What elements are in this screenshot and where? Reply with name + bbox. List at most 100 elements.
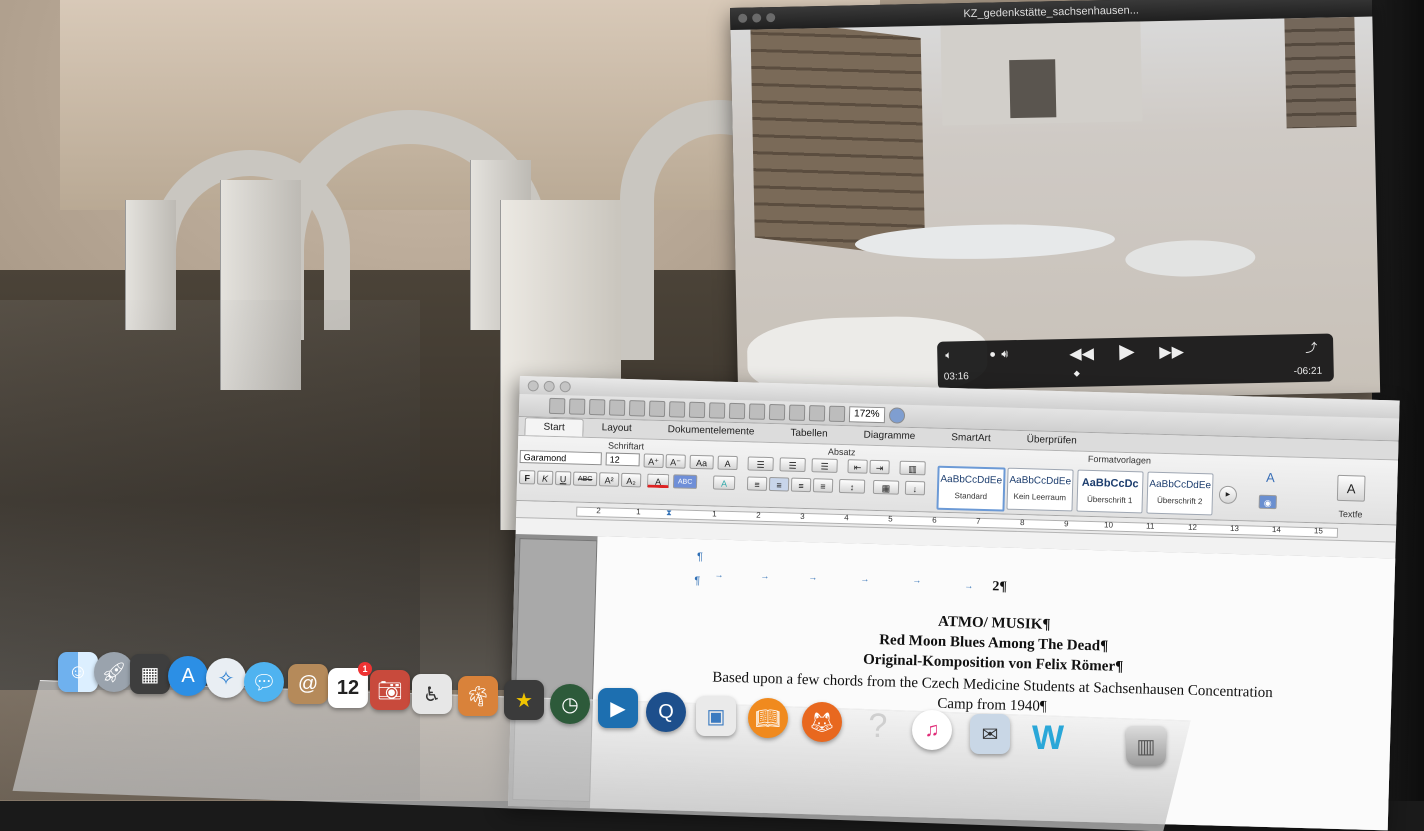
help-icon[interactable] <box>888 407 905 424</box>
change-case-button[interactable]: Aa <box>689 454 714 470</box>
quicktime-icon[interactable]: Q <box>646 692 686 732</box>
subscript-button[interactable]: A₂ <box>620 472 642 488</box>
trash-icon[interactable]: ▥ <box>1126 726 1166 766</box>
multilevel-list-button[interactable]: ☰ <box>811 458 838 473</box>
tab-ueberpruefen[interactable]: Überprüfen <box>1008 431 1095 451</box>
tab-layout[interactable]: Layout <box>583 419 650 439</box>
change-styles-icon[interactable]: A <box>1257 470 1283 486</box>
text-effects-button[interactable]: A <box>712 475 736 491</box>
textfield-icon[interactable]: A <box>1336 474 1366 502</box>
zoom-icon[interactable] <box>559 381 571 393</box>
minimize-icon[interactable] <box>543 380 555 392</box>
borders-button[interactable]: ▦ <box>872 479 900 495</box>
unknown-app-icon[interactable]: ? <box>858 706 898 746</box>
indent-marker-icon[interactable]: ⧗ <box>666 508 672 518</box>
fast-forward-icon[interactable]: ▶▶ <box>1159 344 1184 362</box>
undo-icon[interactable] <box>728 402 746 420</box>
accessibility-icon[interactable]: ♿︎ <box>412 674 452 714</box>
style-ueberschrift-1[interactable]: AaBbCcDc Überschrift 1 <box>1076 469 1144 514</box>
finder-icon[interactable]: ☺ <box>58 652 98 692</box>
gallery-icon[interactable] <box>808 405 826 422</box>
grow-font-button[interactable]: A⁺ <box>643 453 664 469</box>
font-size-field[interactable]: 12 <box>605 452 640 467</box>
styles-pane-icon[interactable]: ◉ <box>1258 494 1277 510</box>
style-ueberschrift-2[interactable]: AaBbCcDdEe Überschrift 2 <box>1146 471 1214 516</box>
zoom-icon[interactable] <box>766 13 776 23</box>
copy-icon[interactable] <box>668 401 686 418</box>
volume-high-icon[interactable]: 🔊︎ <box>1001 346 1008 362</box>
cut-icon[interactable] <box>648 400 666 418</box>
columns-button[interactable]: ▥ <box>899 460 926 476</box>
clear-format-button[interactable]: A <box>717 455 738 471</box>
play-icon[interactable]: ▶ <box>1119 341 1135 363</box>
font-color-button[interactable]: A <box>646 473 670 489</box>
tab-tabellen[interactable]: Tabellen <box>772 424 846 444</box>
mission-control-icon[interactable]: ▦ <box>130 654 170 694</box>
minimize-icon[interactable] <box>752 13 762 23</box>
photo-booth-icon[interactable]: 📷︎ <box>370 670 410 710</box>
italic-button[interactable]: K <box>536 470 554 485</box>
tab-start[interactable]: Start <box>524 417 584 437</box>
increase-indent-button[interactable]: ⇥ <box>869 459 890 475</box>
save-icon[interactable] <box>608 399 626 416</box>
font-name-field[interactable]: Garamond <box>519 450 602 466</box>
playback-controls[interactable]: 🔈︎ ● 🔊︎ ◀◀ ▶ ▶▶ ⤴ 03:16 ◆ -06:21 <box>937 333 1334 390</box>
rewind-icon[interactable]: ◀◀ <box>1069 345 1094 363</box>
launchpad-icon[interactable]: 🚀︎ <box>94 652 134 692</box>
underline-button[interactable]: U <box>554 471 572 486</box>
imovie-icon[interactable]: ★ <box>504 680 544 720</box>
contacts-icon[interactable]: @ <box>288 664 328 704</box>
time-machine-icon[interactable]: ◷ <box>550 684 590 724</box>
mail-stamp-icon[interactable]: ✉ <box>970 714 1010 754</box>
strikethrough-button[interactable]: ABC <box>572 471 598 487</box>
align-left-button[interactable]: ≡ <box>746 476 768 491</box>
sidebar-icon[interactable] <box>788 404 806 421</box>
line-spacing-button[interactable]: ↕ <box>838 478 866 494</box>
shrink-font-button[interactable]: A⁻ <box>665 454 686 469</box>
tab-dokumentelemente[interactable]: Dokumentelemente <box>649 421 772 442</box>
close-icon[interactable] <box>738 13 748 23</box>
itunes-icon[interactable]: ♫ <box>912 710 952 750</box>
align-right-button[interactable]: ≡ <box>790 477 812 493</box>
preview-icon[interactable]: ▣ <box>696 696 736 736</box>
styles-next-icon[interactable]: ▸ <box>1218 485 1238 505</box>
format-painter-icon[interactable] <box>708 402 726 419</box>
new-document-icon[interactable] <box>548 397 566 415</box>
messages-icon[interactable]: 💬︎ <box>244 662 284 702</box>
tab-diagramme[interactable]: Diagramme <box>845 426 933 446</box>
pilcrow-icon[interactable] <box>768 403 786 421</box>
templates-icon[interactable] <box>568 398 586 415</box>
volume-slider[interactable]: ● <box>989 347 996 363</box>
ibooks-icon[interactable]: 📖︎ <box>748 698 788 738</box>
open-icon[interactable] <box>588 398 606 416</box>
tab-smartart[interactable]: SmartArt <box>933 429 1009 449</box>
playhead-marker[interactable]: ◆ <box>1074 369 1080 378</box>
zoom-field[interactable]: 172% <box>848 406 885 424</box>
align-center-button[interactable]: ≡ <box>768 476 790 492</box>
bold-button[interactable]: F <box>518 470 536 485</box>
decrease-indent-button[interactable]: ⇤ <box>847 459 868 474</box>
close-icon[interactable] <box>527 380 539 392</box>
bullets-button[interactable]: ☰ <box>747 456 774 472</box>
iphoto-icon[interactable]: 🌴︎ <box>458 676 498 716</box>
app-store-icon[interactable]: A <box>168 656 208 696</box>
style-standard[interactable]: AaBbCcDdEe Standard <box>936 465 1006 512</box>
redo-icon[interactable] <box>748 403 766 420</box>
print-icon[interactable] <box>628 400 646 417</box>
share-icon[interactable]: ⤴ <box>1305 340 1317 356</box>
style-kein-leerraum[interactable]: AaBbCcDdEe Kein Leerraum <box>1006 467 1074 512</box>
highlight-button[interactable]: ABC <box>672 474 698 489</box>
superscript-button[interactable]: A² <box>598 472 620 487</box>
word-icon[interactable]: W <box>1028 718 1068 758</box>
volume-low-icon[interactable]: 🔈︎ <box>945 347 952 363</box>
sort-button[interactable]: ↓ <box>904 480 926 496</box>
paste-icon[interactable] <box>688 401 706 419</box>
firefox-icon[interactable]: 🦊︎ <box>802 702 842 742</box>
calendar-icon[interactable]: 12 1 <box>328 662 372 708</box>
final-cut-icon[interactable]: ▶ <box>598 688 638 728</box>
safari-icon[interactable]: ✧ <box>206 658 246 698</box>
toolbox-icon[interactable] <box>828 405 846 423</box>
justify-button[interactable]: ≡ <box>812 478 834 493</box>
numbering-button[interactable]: ☰ <box>779 457 806 473</box>
video-player-window[interactable]: KZ_gedenkstätte_sachsenhausen... 🔈︎ ● 🔊︎… <box>730 0 1381 406</box>
